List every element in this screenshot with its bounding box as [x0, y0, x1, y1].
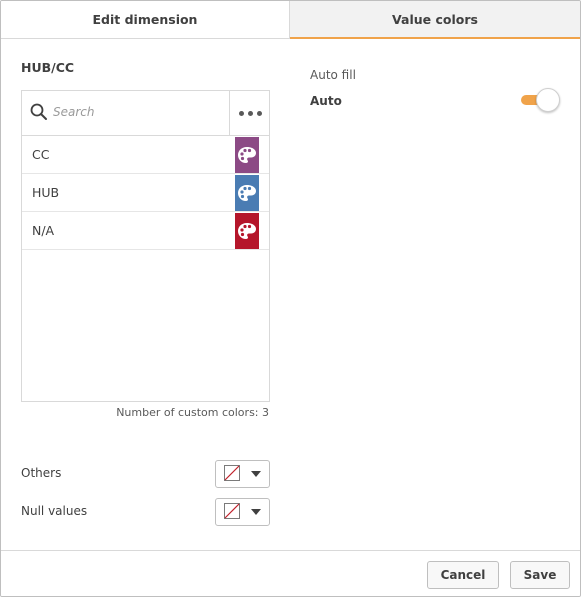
no-color-icon	[224, 465, 240, 481]
color-swatch-button[interactable]	[235, 213, 259, 249]
dialog-footer: Cancel Save	[1, 550, 580, 596]
caret-down-icon	[251, 509, 261, 515]
palette-icon	[238, 185, 256, 201]
tab-bar: Edit dimension Value colors	[1, 1, 580, 39]
tab-value-colors[interactable]: Value colors	[290, 1, 580, 39]
value-list: CC HUB	[21, 90, 270, 402]
tab-edit-dimension[interactable]: Edit dimension	[1, 1, 290, 39]
search-row	[22, 91, 269, 136]
list-item-label: HUB	[32, 185, 60, 200]
palette-icon	[238, 223, 256, 239]
null-values-label: Null values	[21, 504, 88, 518]
null-values-color-dropdown[interactable]	[215, 498, 270, 526]
list-item[interactable]: HUB	[22, 174, 269, 212]
others-color-dropdown[interactable]	[215, 460, 270, 488]
dimension-title: HUB/CC	[21, 60, 75, 75]
toggle-knob[interactable]	[536, 88, 560, 112]
caret-down-icon	[251, 471, 261, 477]
list-item-label: CC	[32, 147, 50, 162]
no-color-icon	[224, 503, 240, 519]
custom-colors-count: Number of custom colors: 3	[116, 406, 269, 419]
palette-icon	[238, 147, 256, 163]
auto-label: Auto	[310, 94, 342, 108]
auto-fill-label: Auto fill	[310, 68, 356, 82]
value-colors-dialog: Edit dimension Value colors HUB/CC CC	[0, 0, 581, 597]
color-swatch-button[interactable]	[235, 137, 259, 173]
list-item[interactable]: CC	[22, 136, 269, 174]
color-swatch-button[interactable]	[235, 175, 259, 211]
search-input[interactable]	[53, 101, 223, 123]
list-item[interactable]: N/A	[22, 212, 269, 250]
more-options-button[interactable]	[229, 91, 270, 135]
save-button[interactable]: Save	[510, 561, 570, 589]
search-icon	[30, 103, 48, 121]
others-label: Others	[21, 466, 62, 480]
cancel-button[interactable]: Cancel	[427, 561, 499, 589]
auto-toggle[interactable]	[521, 87, 561, 113]
list-item-label: N/A	[32, 223, 55, 238]
